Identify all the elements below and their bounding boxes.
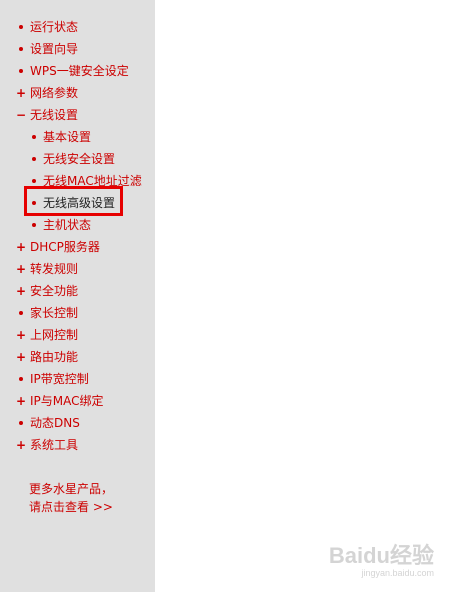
menu-item-ip-mac-binding[interactable]: + IP与MAC绑定 [0, 390, 155, 412]
more-products-link[interactable]: 更多水星产品， 请点击查看 >> [29, 480, 113, 516]
menu-item-dhcp-server[interactable]: + DHCP服务器 [0, 236, 155, 258]
menu-item-label: 运行状态 [30, 20, 79, 34]
menu-item-running-status[interactable]: 运行状态 [0, 16, 155, 38]
menu-item-ddns[interactable]: 动态DNS [0, 412, 155, 434]
more-products-line2: 请点击查看 >> [29, 500, 113, 514]
watermark-logo-text: Baidu经验 [328, 543, 434, 568]
menu-item-wireless-settings[interactable]: − 无线设置 [0, 104, 155, 126]
expand-plus-icon: + [16, 394, 27, 408]
menu-item-label: 转发规则 [30, 262, 79, 276]
expand-plus-icon: + [16, 438, 27, 452]
baidu-jingyan-watermark: Baidu经验 jingyan.baidu.com [328, 543, 434, 579]
menu-item-label: 无线MAC地址过滤 [43, 174, 142, 188]
bullet-icon [16, 412, 26, 434]
menu-item-setup-wizard[interactable]: 设置向导 [0, 38, 155, 60]
menu-list: 运行状态 设置向导 WPS一键安全设定 + 网络参数 − 无线设置 基本设置 无线安全设置 无线M… [0, 16, 155, 456]
menu-item-label: 系统工具 [30, 438, 79, 452]
bullet-icon [16, 60, 26, 82]
menu-item-bandwidth-control[interactable]: IP带宽控制 [0, 368, 155, 390]
menu-item-label: 网络参数 [30, 86, 79, 100]
menu-item-security[interactable]: + 安全功能 [0, 280, 155, 302]
router-admin-page: 运行状态 设置向导 WPS一键安全设定 + 网络参数 − 无线设置 基本设置 无线安全设置 无线M… [0, 0, 456, 592]
menu-item-label: 主机状态 [43, 218, 92, 232]
menu-item-system-tools[interactable]: + 系统工具 [0, 434, 155, 456]
bullet-icon [16, 368, 26, 390]
sidebar-menu: 运行状态 设置向导 WPS一键安全设定 + 网络参数 − 无线设置 基本设置 无线安全设置 无线M… [0, 0, 155, 592]
menu-item-label: 设置向导 [30, 42, 79, 56]
menu-item-forwarding-rules[interactable]: + 转发规则 [0, 258, 155, 280]
bullet-icon [29, 192, 39, 214]
collapse-minus-icon: − [16, 108, 27, 122]
bullet-icon [29, 170, 39, 192]
menu-item-wps[interactable]: WPS一键安全设定 [0, 60, 155, 82]
bullet-icon [29, 214, 39, 236]
menu-item-label: 路由功能 [30, 350, 79, 364]
expand-plus-icon: + [16, 350, 27, 364]
menu-item-label: 无线安全设置 [43, 152, 116, 166]
menu-item-label: 动态DNS [30, 416, 80, 430]
submenu-item-host-status[interactable]: 主机状态 [0, 214, 155, 236]
bullet-icon [16, 16, 26, 38]
bullet-icon [16, 302, 26, 324]
menu-item-label: DHCP服务器 [30, 240, 100, 254]
submenu-item-basic-settings[interactable]: 基本设置 [0, 126, 155, 148]
bullet-icon [29, 126, 39, 148]
expand-plus-icon: + [16, 262, 27, 276]
menu-item-parental-control[interactable]: 家长控制 [0, 302, 155, 324]
menu-item-label: IP与MAC绑定 [30, 394, 104, 408]
menu-item-network-params[interactable]: + 网络参数 [0, 82, 155, 104]
expand-plus-icon: + [16, 86, 27, 100]
bullet-icon [29, 148, 39, 170]
submenu-item-wireless-advanced[interactable]: 无线高级设置 [0, 192, 155, 214]
submenu-item-mac-filter[interactable]: 无线MAC地址过滤 [0, 170, 155, 192]
expand-plus-icon: + [16, 328, 27, 342]
watermark-url-text: jingyan.baidu.com [361, 568, 434, 578]
expand-plus-icon: + [16, 240, 27, 254]
menu-item-label: 安全功能 [30, 284, 79, 298]
menu-item-label: 上网控制 [30, 328, 79, 342]
menu-item-label: 无线高级设置 [43, 196, 116, 210]
bullet-icon [16, 38, 26, 60]
menu-item-label: IP带宽控制 [30, 372, 89, 386]
menu-item-label: 家长控制 [30, 306, 79, 320]
menu-item-label: WPS一键安全设定 [30, 64, 129, 78]
submenu-item-wireless-security[interactable]: 无线安全设置 [0, 148, 155, 170]
menu-item-access-control[interactable]: + 上网控制 [0, 324, 155, 346]
menu-item-label: 无线设置 [30, 108, 79, 122]
more-products-line1: 更多水星产品， [29, 482, 114, 496]
expand-plus-icon: + [16, 284, 27, 298]
menu-item-label: 基本设置 [43, 130, 92, 144]
menu-item-routing[interactable]: + 路由功能 [0, 346, 155, 368]
